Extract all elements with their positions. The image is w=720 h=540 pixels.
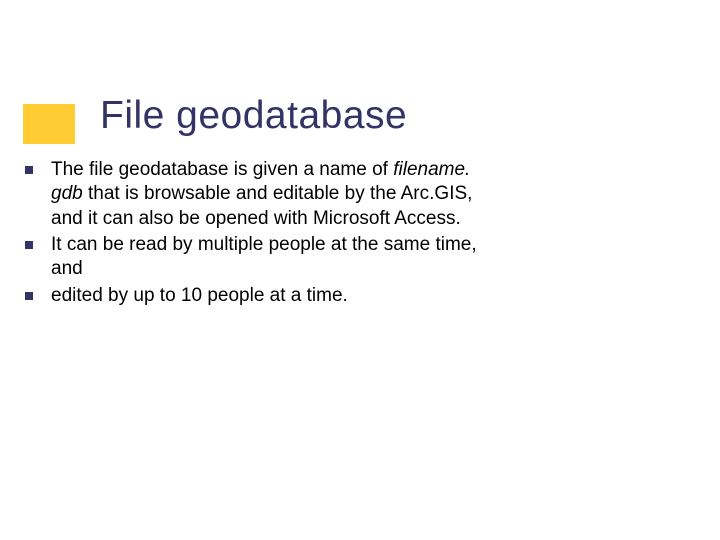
bullet-text: It can be read by multiple people at the… bbox=[51, 233, 500, 282]
slide-title: File geodatabase bbox=[100, 94, 407, 138]
slide-content: The file geodatabase is given a name of … bbox=[25, 158, 500, 310]
bullet-text: The file geodatabase is given a name of … bbox=[51, 158, 500, 231]
list-item: edited by up to 10 people at a time. bbox=[25, 284, 500, 308]
bullet-icon bbox=[25, 241, 33, 249]
list-item: The file geodatabase is given a name of … bbox=[25, 158, 500, 231]
title-accent-bar bbox=[23, 104, 75, 144]
list-item: It can be read by multiple people at the… bbox=[25, 233, 500, 282]
bullet-icon bbox=[25, 292, 33, 300]
bullet-text: edited by up to 10 people at a time. bbox=[51, 284, 348, 308]
bullet-icon bbox=[25, 166, 33, 174]
